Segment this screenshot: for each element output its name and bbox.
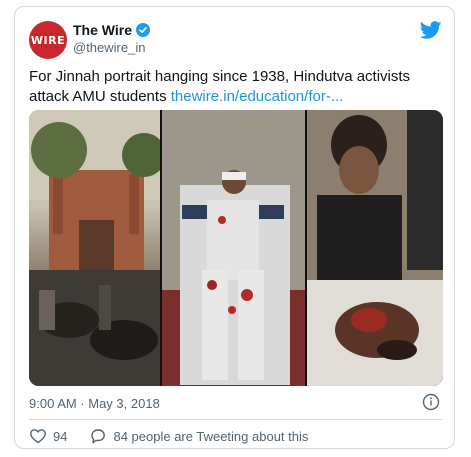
handle[interactable]: @thewire_in [73, 40, 145, 55]
reply-text: 84 people are Tweeting about this [113, 428, 309, 444]
media-photo-injured[interactable] [306, 110, 443, 386]
avatar[interactable]: WIRE [29, 21, 67, 59]
display-name[interactable]: The Wire [73, 22, 132, 38]
tweet-media[interactable] [29, 110, 443, 386]
info-icon[interactable] [422, 393, 440, 411]
avatar-text: WIRE [30, 33, 66, 47]
tweet-text: For Jinnah portrait hanging since 1938, … [29, 67, 444, 107]
media-photo-stretcher[interactable] [162, 110, 305, 386]
like-count: 94 [53, 428, 68, 444]
author-name-row[interactable]: The Wire [73, 22, 150, 38]
tweet-actions: 94 84 people are Tweeting about this [29, 427, 330, 445]
tweet-link[interactable]: thewire.in/education/for-... [171, 88, 344, 105]
like-action[interactable]: 94 [29, 427, 67, 445]
divider [29, 419, 442, 420]
heart-icon [30, 429, 46, 444]
reply-action[interactable]: 84 people are Tweeting about this [89, 427, 308, 445]
comment-icon [91, 429, 106, 444]
verified-badge-icon [136, 23, 150, 37]
media-photo-campus[interactable] [29, 110, 161, 386]
tweet-card[interactable]: WIRE The Wire @thewire_in For Jinnah por… [14, 6, 455, 449]
twitter-bird-icon[interactable] [420, 19, 442, 41]
tweet-timestamp[interactable]: 9:00 AM · May 3, 2018 [29, 396, 160, 411]
